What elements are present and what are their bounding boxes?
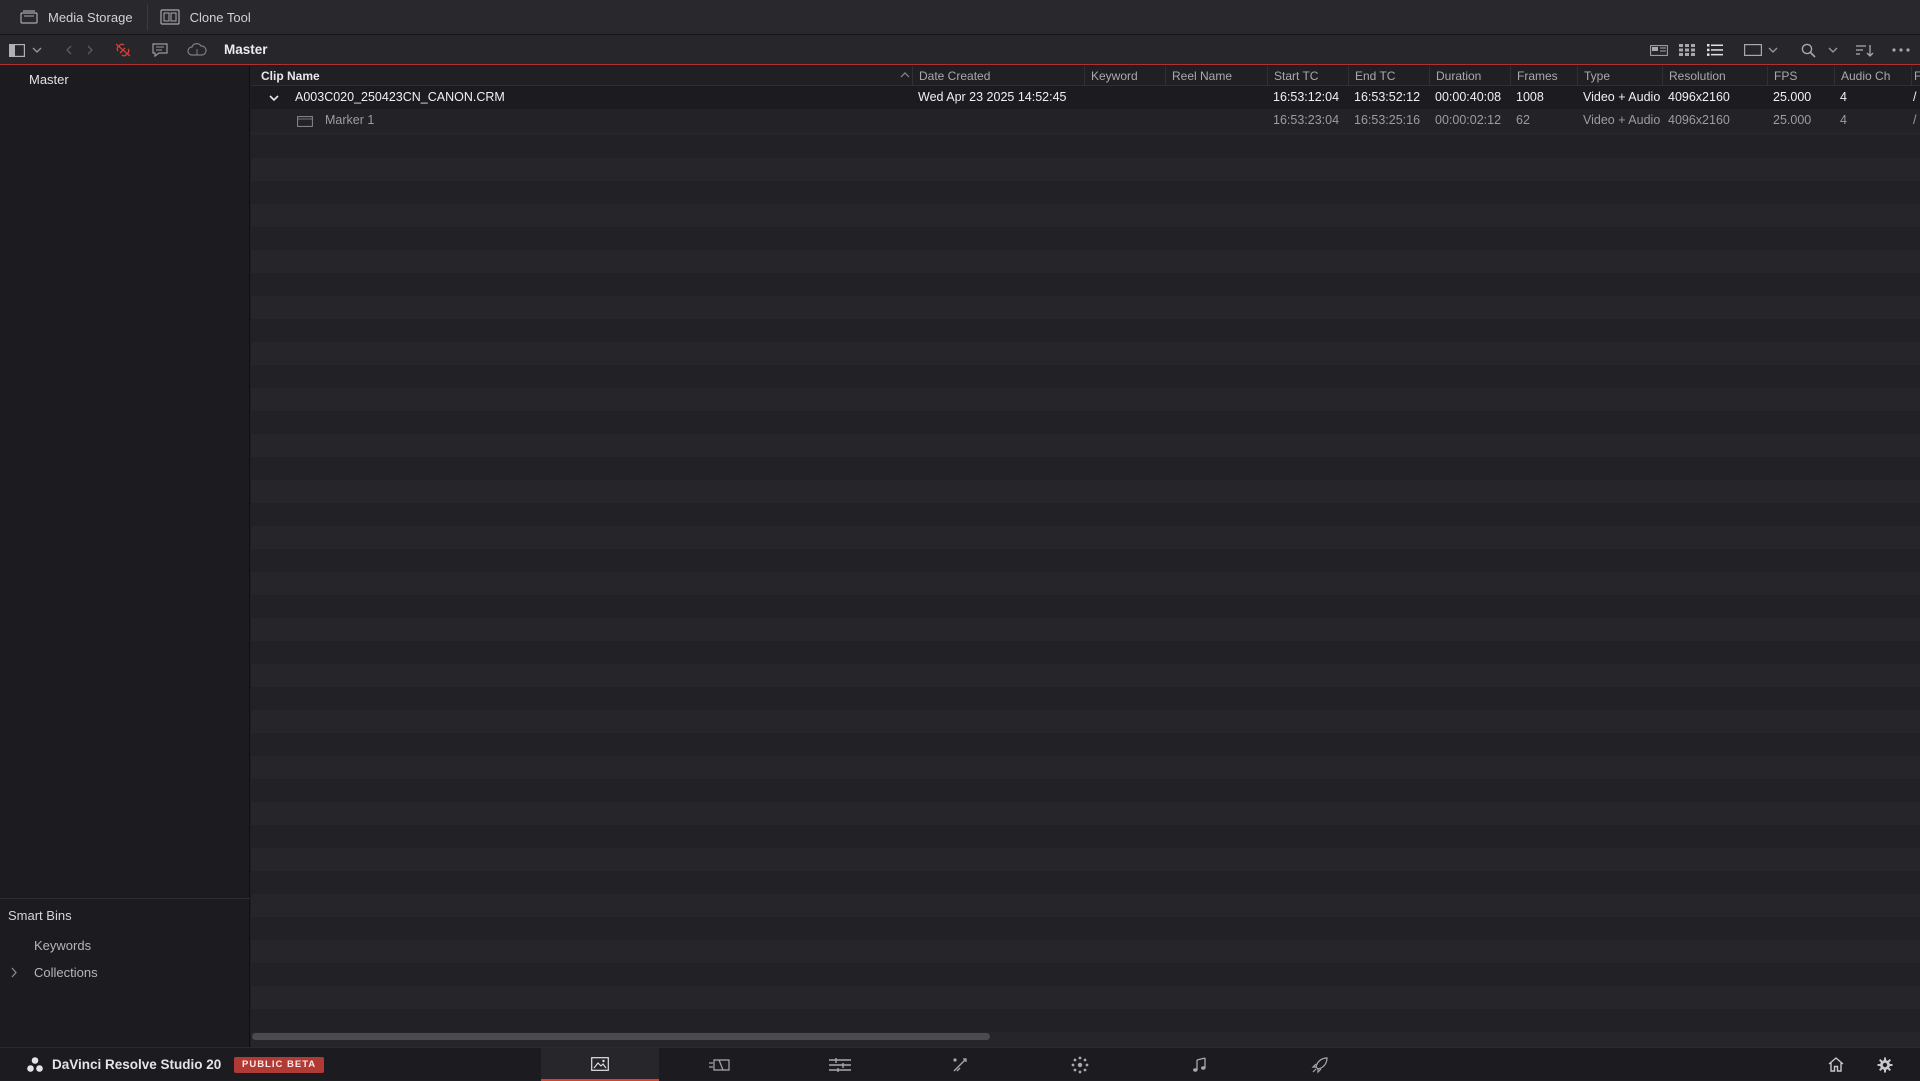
cell-end-tc: 16:53:25:16: [1354, 113, 1421, 127]
fusion-page-icon: [951, 1056, 969, 1074]
color-page-icon: [1071, 1056, 1089, 1074]
back-arrow-icon[interactable]: [59, 35, 77, 65]
cell-audio-ch: 4: [1840, 90, 1847, 104]
column-header-resolution[interactable]: Resolution: [1662, 66, 1767, 86]
fairlight-music-note-icon: [1192, 1056, 1208, 1073]
media-storage-tab[interactable]: Media Storage: [0, 0, 147, 35]
clip-list-table: Clip Name Date Created Keyword Reel Name…: [251, 66, 1920, 1047]
column-header-clip-name[interactable]: Clip Name: [251, 66, 912, 86]
cell-audio-ch: 4: [1840, 113, 1847, 127]
cell-clip-name: Marker 1: [325, 113, 375, 127]
forward-arrow-icon[interactable]: [81, 35, 99, 65]
media-page-icon: [591, 1056, 609, 1071]
column-header-f[interactable]: F: [1911, 66, 1920, 86]
page-deliver-button[interactable]: [1261, 1048, 1379, 1081]
sort-icon[interactable]: [1854, 35, 1876, 65]
column-header-reel-name[interactable]: Reel Name: [1165, 66, 1267, 86]
sort-ascending-icon[interactable]: [900, 71, 910, 81]
cell-frames: 62: [1516, 113, 1530, 127]
column-header-end-tc[interactable]: End TC: [1348, 66, 1429, 86]
transcription-icon[interactable]: [148, 35, 172, 65]
bin-sidebar: Master Smart Bins Keywords Collections: [0, 66, 250, 1047]
smart-bin-collections[interactable]: Collections: [34, 963, 98, 983]
page-edit-button[interactable]: [781, 1048, 899, 1081]
page-media-button[interactable]: [541, 1048, 659, 1081]
cell-duration: 00:00:40:08: [1435, 90, 1502, 104]
cell-resolution: 4096x2160: [1668, 113, 1730, 127]
public-beta-badge: PUBLIC BETA: [234, 1057, 325, 1073]
cloud-sync-icon[interactable]: [185, 35, 209, 65]
cell-fps: 25.000: [1773, 113, 1812, 127]
marker-icon: [297, 115, 313, 127]
page-fusion-button[interactable]: [901, 1048, 1019, 1081]
more-options-icon[interactable]: [1890, 35, 1912, 65]
cell-reel-name: [1165, 109, 1267, 132]
page-navigation-bar: DaVinci Resolve Studio 20 PUBLIC BETA: [0, 1047, 1920, 1081]
cut-page-icon: [709, 1058, 731, 1072]
page-cut-button[interactable]: [661, 1048, 779, 1081]
horizontal-scrollbar[interactable]: [252, 1033, 990, 1040]
cell-extra: /: [1913, 90, 1917, 104]
cell-keyword: [1084, 109, 1165, 132]
expand-chevron-down-icon[interactable]: [268, 92, 280, 104]
viewer-layout-chevron-down-icon[interactable]: [1766, 35, 1780, 65]
cell-resolution: 4096x2160: [1668, 90, 1730, 104]
cell-date-created: [912, 109, 1084, 132]
column-header-audio-ch[interactable]: Audio Ch: [1834, 66, 1911, 86]
page-fairlight-button[interactable]: [1141, 1048, 1259, 1081]
column-header-start-tc[interactable]: Start TC: [1267, 66, 1348, 86]
table-row[interactable]: Marker 1 16:53:23:04 16:53:25:16 00:00:0…: [251, 109, 1920, 132]
cell-frames: 1008: [1516, 90, 1544, 104]
media-storage-label: Media Storage: [48, 9, 133, 25]
cell-date-created: Wed Apr 23 2025 14:52:45: [918, 90, 1067, 104]
search-options-chevron-down-icon[interactable]: [1826, 35, 1840, 65]
clone-tool-icon: [159, 9, 180, 25]
cell-keyword: [1084, 86, 1165, 109]
media-pool-toolbar: Master: [0, 35, 1920, 65]
cell-type: Video + Audio: [1583, 113, 1661, 127]
cell-reel-name: [1165, 86, 1267, 109]
link-icon[interactable]: [111, 35, 135, 65]
top-bar: Media Storage Clone Tool: [0, 0, 1920, 35]
cell-type: Video + Audio: [1583, 90, 1661, 104]
column-header-fps[interactable]: FPS: [1767, 66, 1834, 86]
home-icon[interactable]: [1822, 1048, 1850, 1081]
cell-start-tc: 16:53:12:04: [1273, 90, 1340, 104]
smart-bin-keywords[interactable]: Keywords: [34, 936, 91, 956]
bin-title: Master: [224, 42, 268, 57]
clone-tool-label: Clone Tool: [189, 9, 251, 25]
cell-duration: 00:00:02:12: [1435, 113, 1502, 127]
clone-tool-tab[interactable]: Clone Tool: [148, 0, 265, 35]
list-view-icon[interactable]: [1704, 35, 1726, 65]
sidebar-toggle-icon[interactable]: [6, 35, 28, 65]
column-header-type[interactable]: Type: [1577, 66, 1662, 86]
cell-clip-name: A003C020_250423CN_CANON.CRM: [295, 90, 505, 104]
viewer-layout-icon[interactable]: [1742, 35, 1764, 65]
settings-gear-icon[interactable]: [1871, 1048, 1899, 1081]
deliver-rocket-icon: [1311, 1056, 1329, 1074]
sidebar-item-master[interactable]: Master: [0, 66, 250, 94]
table-row[interactable]: A003C020_250423CN_CANON.CRM Wed Apr 23 2…: [251, 86, 1920, 109]
edit-page-icon: [829, 1057, 851, 1072]
column-header-keyword[interactable]: Keyword: [1084, 66, 1165, 86]
metadata-view-icon[interactable]: [1648, 35, 1670, 65]
search-icon[interactable]: [1797, 35, 1819, 65]
smart-bins-section: Smart Bins Keywords Collections: [0, 898, 250, 1047]
smart-bins-title: Smart Bins: [8, 908, 72, 923]
cell-start-tc: 16:53:23:04: [1273, 113, 1340, 127]
cell-end-tc: 16:53:52:12: [1354, 90, 1421, 104]
page-color-button[interactable]: [1021, 1048, 1139, 1081]
sidebar-options-chevron-down-icon[interactable]: [30, 35, 44, 65]
cell-extra: /: [1913, 113, 1917, 127]
column-header-date-created[interactable]: Date Created: [912, 66, 1084, 86]
column-header-duration[interactable]: Duration: [1429, 66, 1510, 86]
table-header-row: Clip Name Date Created Keyword Reel Name…: [251, 66, 1920, 86]
media-storage-icon: [20, 10, 38, 24]
cell-fps: 25.000: [1773, 90, 1812, 104]
davinci-resolve-logo-icon: [26, 1056, 44, 1074]
thumbnail-view-icon[interactable]: [1676, 35, 1698, 65]
collections-chevron-right-icon[interactable]: [10, 967, 20, 979]
app-name: DaVinci Resolve Studio 20: [52, 1057, 222, 1072]
column-header-frames[interactable]: Frames: [1510, 66, 1577, 86]
